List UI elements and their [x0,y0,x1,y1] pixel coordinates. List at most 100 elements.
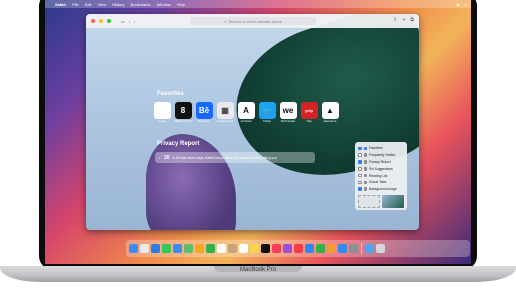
option-icon [363,146,367,151]
favorite-label: Twitter [262,119,272,123]
privacy-report-card[interactable]: ◐ 20 In the last seven days, Safari has … [155,152,315,163]
minimize-button[interactable] [99,19,103,23]
menu-view[interactable]: View [97,2,106,7]
favorite-item[interactable]: A Architect [237,102,255,123]
close-button[interactable] [91,19,95,23]
search-icon[interactable]: ⌕ [465,2,467,7]
dock-app-icon[interactable] [272,244,281,253]
favorite-item[interactable]: Bē Behance [195,102,213,123]
dock-app-icon[interactable] [228,244,237,253]
dock-app-icon[interactable] [239,244,248,253]
favorite-item[interactable]: yelp Yelp [300,102,318,123]
customize-option[interactable]: Frequently Visited [358,152,404,159]
favorite-label: Apple [158,119,166,123]
favorite-icon: 8 [174,102,192,119]
favorite-item[interactable]: Apple [153,102,171,123]
menu-bookmarks[interactable]: Bookmarks [131,2,151,7]
option-icon [363,167,367,171]
favorite-item[interactable]: ▦ Google Maps [216,102,234,123]
menu-help[interactable]: Help [177,2,185,7]
dock-app-icon[interactable] [151,244,160,253]
control-center-icon[interactable]: ◉ [456,2,460,7]
dock-app-icon[interactable] [184,244,193,253]
laptop-brand-label: MacBook Pro [239,267,276,273]
dock-app-icon[interactable] [305,244,314,253]
dock-app-icon[interactable] [261,244,270,253]
favorite-label: Behance [198,119,210,123]
option-checkbox[interactable] [358,187,362,191]
option-checkbox[interactable] [358,160,362,164]
option-icon [363,153,367,157]
option-label: Background Image [369,187,397,192]
menu-file[interactable]: File [72,2,78,7]
option-checkbox[interactable] [358,173,362,178]
menu-edit[interactable]: Edit [85,2,92,7]
customize-option[interactable]: iCloud Tabs [358,179,404,186]
option-label: Favorites [369,146,383,151]
option-icon [363,187,367,191]
dock-app-icon[interactable] [349,244,358,253]
customize-option[interactable]: Background Image [358,186,404,193]
favorite-icon: yelp [300,102,318,119]
dock-app-icon[interactable] [140,244,149,253]
dock-app-icon[interactable] [316,244,325,253]
search-icon: ⌕ [224,18,227,24]
dock-app-icon[interactable] [338,244,347,253]
tab-overview-icon[interactable]: ⧉ [410,17,414,23]
privacy-report-heading: Privacy Report [157,141,200,147]
new-tab-icon[interactable]: + [403,17,406,23]
address-placeholder: Search or enter website name [228,18,282,24]
dock-app-icon[interactable] [365,244,374,253]
option-checkbox[interactable] [358,180,362,185]
dock-app-icon[interactable] [283,244,292,253]
favorite-label: Google Maps [216,119,234,123]
customize-option[interactable]: Privacy Report [358,159,404,166]
sidebar-icon[interactable]: ▭ [121,19,125,24]
dock-app-icon[interactable] [162,244,171,253]
option-label: Reading List [369,173,388,178]
favorite-label: WeTransfer [280,119,296,123]
customize-option[interactable]: Reading List [358,172,404,179]
favorite-item[interactable]: 🐦 Twitter [258,102,276,123]
dock-app-icon[interactable] [129,244,138,253]
option-icon [363,173,367,178]
favorite-item[interactable]: we WeTransfer [279,102,297,123]
menu-window[interactable]: Window [157,2,171,7]
dock-app-icon[interactable] [206,244,215,253]
dock [126,240,470,257]
tracker-count: 20 [163,154,170,161]
laptop-scene: Safari File Edit View History Bookmarks … [0,0,516,289]
favorite-item[interactable]: ▲ Adventure [321,102,339,123]
background-person [146,134,236,230]
option-checkbox[interactable] [358,167,362,171]
menu-bar: Safari File Edit View History Bookmarks … [45,0,471,8]
dock-app-icon[interactable] [327,244,336,253]
customize-option[interactable]: Favorites [358,145,404,152]
customize-option[interactable]: Siri Suggestions [358,165,404,172]
dock-app-icon[interactable] [173,244,182,253]
dock-app-icon[interactable] [195,244,204,253]
favorite-icon: ▲ [321,102,339,119]
zoom-button[interactable] [107,19,111,23]
dock-app-icon[interactable] [376,244,385,253]
back-icon[interactable]: ‹ [129,19,130,24]
forward-icon[interactable]: › [134,19,135,24]
menu-history[interactable]: History [112,2,124,7]
favorite-icon: we [279,102,297,119]
dock-app-icon[interactable] [250,244,259,253]
favorite-item[interactable]: 8 80000 OOOO [174,102,192,123]
background-thumbnail[interactable] [382,194,404,208]
add-background-button[interactable] [358,194,380,208]
favorite-icon: ▦ [216,102,234,119]
favorites-heading: Favorites [157,91,184,97]
dock-app-icon[interactable] [294,244,303,253]
share-icon[interactable]: ⇧ [393,17,397,23]
address-bar[interactable]: ⌕ Search or enter website name [190,17,316,25]
option-checkbox[interactable] [358,153,362,157]
favorites-grid: Apple 8 80000 OOOO Bē Behance ▦ Google Maps A Ar… [153,102,339,123]
favorite-label: Architect [240,119,252,123]
option-checkbox[interactable] [358,146,362,151]
dock-app-icon[interactable] [217,244,226,253]
app-menu-safari[interactable]: Safari [55,2,66,7]
desktop-screen: Safari File Edit View History Bookmarks … [45,0,471,264]
